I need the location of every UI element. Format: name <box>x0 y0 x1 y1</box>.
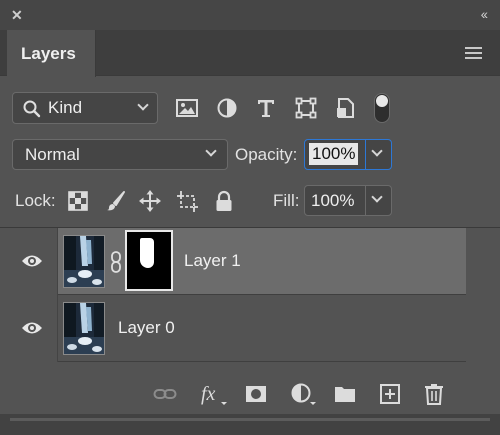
fx-icon[interactable]: fx <box>200 382 228 406</box>
lock-position-icon[interactable] <box>139 190 161 212</box>
smart-object-filter-icon[interactable] <box>334 96 358 120</box>
tab-layers-label: Layers <box>21 44 76 63</box>
layer-thumbnail[interactable] <box>63 235 105 288</box>
lock-transparent-pixels-icon[interactable] <box>67 190 89 212</box>
collapse-panel-icon[interactable]: ‹‹ <box>481 7 488 21</box>
layer-mask-thumbnail[interactable] <box>125 230 173 291</box>
layer-thumbnail[interactable] <box>63 302 105 355</box>
filter-toggle[interactable] <box>374 93 390 123</box>
opacity-field[interactable]: 100% <box>304 139 392 170</box>
blend-mode-select[interactable]: Normal <box>12 139 228 170</box>
lock-all-icon[interactable] <box>213 190 235 212</box>
new-layer-icon[interactable] <box>378 382 402 406</box>
fill-field[interactable]: 100% <box>304 185 392 216</box>
layers-scrollbar[interactable] <box>466 228 500 375</box>
layer-name[interactable]: Layer 1 <box>184 251 241 271</box>
svg-text:fx: fx <box>201 383 216 405</box>
opacity-label: Opacity: <box>235 145 298 164</box>
tab-bar: Layers <box>0 30 500 77</box>
chevron-down-icon <box>137 99 149 111</box>
adjustment-filter-icon[interactable] <box>215 96 239 120</box>
fill-value[interactable]: 100% <box>311 191 354 211</box>
search-icon <box>23 100 41 118</box>
filter-type-value: Kind <box>48 98 83 117</box>
toggle-knob <box>376 95 388 107</box>
filter-type-select[interactable]: Kind <box>12 92 158 124</box>
panel-menu-icon[interactable] <box>465 47 482 59</box>
lock-artboard-icon[interactable] <box>176 190 198 212</box>
tab-layers[interactable]: Layers <box>7 30 96 77</box>
chevron-down-icon[interactable] <box>371 191 383 203</box>
lock-label: Lock: <box>15 191 56 210</box>
fill-label: Fill: <box>273 191 300 210</box>
add-mask-icon[interactable] <box>244 382 268 406</box>
image-filter-icon[interactable] <box>175 96 199 120</box>
mask-link-icon[interactable] <box>110 251 122 273</box>
new-group-icon[interactable] <box>333 382 357 406</box>
resize-handle[interactable] <box>0 414 500 435</box>
eye-icon[interactable] <box>21 320 43 336</box>
layer-name[interactable]: Layer 0 <box>118 318 175 338</box>
layers-toolbar: fx <box>0 374 500 414</box>
chevron-down-icon <box>205 145 217 157</box>
lock-image-pixels-icon[interactable] <box>105 190 127 212</box>
visibility-cell[interactable] <box>0 295 58 362</box>
type-filter-icon[interactable] <box>254 96 278 120</box>
layer-row[interactable]: Layer 1 <box>0 228 466 295</box>
panel-header-strip: ✕ ‹‹ <box>0 0 500 30</box>
chevron-down-icon[interactable] <box>371 145 383 157</box>
shape-filter-icon[interactable] <box>294 96 318 120</box>
adjustment-layer-icon[interactable] <box>290 382 318 406</box>
link-layers-icon[interactable] <box>153 382 177 406</box>
layer-row[interactable]: Layer 0 <box>0 295 466 362</box>
blend-mode-value: Normal <box>25 145 80 164</box>
visibility-cell[interactable] <box>0 228 58 295</box>
opacity-value[interactable]: 100% <box>309 143 359 165</box>
delete-icon[interactable] <box>422 382 446 406</box>
layers-list: Layer 1 Layer 0 <box>0 227 500 375</box>
eye-icon[interactable] <box>21 253 43 269</box>
close-icon[interactable]: ✕ <box>11 8 23 22</box>
